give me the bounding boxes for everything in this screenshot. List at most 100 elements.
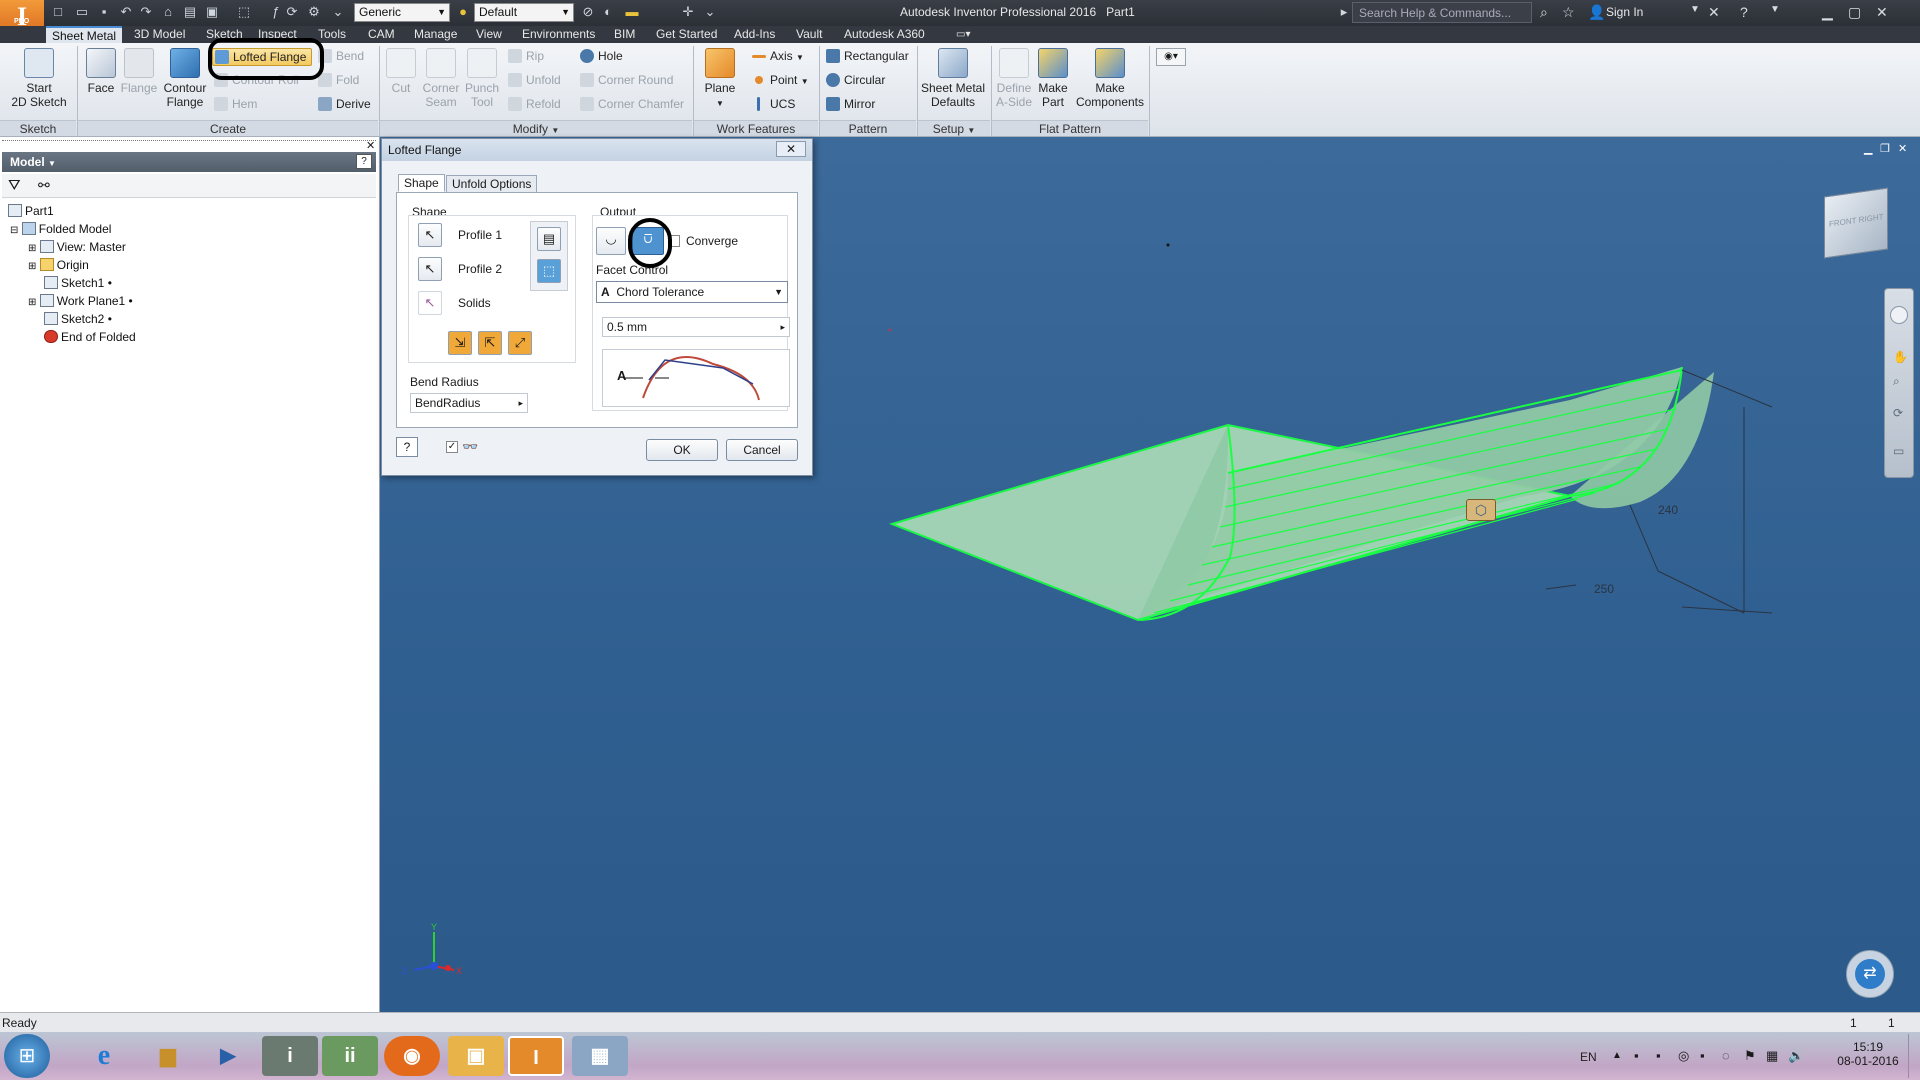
- die-formed-button[interactable]: ◡: [596, 227, 626, 255]
- maximize-icon[interactable]: ▢: [1848, 4, 1861, 21]
- sheet-metal-defaults-button[interactable]: Sheet Metal Defaults: [920, 48, 986, 109]
- ilogic-icon[interactable]: ⟳: [284, 4, 300, 20]
- ribbon-options-icon[interactable]: ▭▾: [950, 26, 976, 43]
- search-drop-icon[interactable]: ▸: [1336, 4, 1352, 20]
- mini-toolbar-icon[interactable]: ⬡: [1466, 499, 1496, 521]
- dialog-help-button[interactable]: ?: [396, 437, 418, 457]
- clear-override-icon[interactable]: ⊘: [580, 4, 596, 20]
- sign-in-link[interactable]: Sign In: [1606, 5, 1643, 19]
- rip-button[interactable]: Rip: [506, 48, 544, 64]
- make-components-button[interactable]: Make Components: [1074, 48, 1146, 109]
- hole-button[interactable]: Hole: [578, 48, 623, 64]
- inventor-taskbar-icon[interactable]: I: [508, 1036, 564, 1076]
- find-icon[interactable]: ⚯: [38, 177, 50, 194]
- settings-icon[interactable]: ⚙: [306, 4, 322, 20]
- chevron-right-icon[interactable]: ▸: [780, 318, 785, 336]
- dimension-250[interactable]: 250: [1594, 582, 1614, 596]
- define-a-side-button[interactable]: Define A-Side: [994, 48, 1034, 109]
- look-at-icon[interactable]: ▭: [1893, 444, 1904, 458]
- dimension-240[interactable]: 240: [1658, 503, 1678, 517]
- material-combo[interactable]: Generic ▼: [354, 3, 450, 22]
- viewcube[interactable]: FRONT RIGHT: [1824, 187, 1888, 259]
- offset-button[interactable]: ⬚: [537, 259, 561, 283]
- app-icon-3[interactable]: ▣: [448, 1036, 504, 1076]
- face-button[interactable]: Face: [84, 48, 118, 95]
- tray-app-icon[interactable]: ▪: [1700, 1048, 1705, 1063]
- fold-button[interactable]: Fold: [316, 72, 359, 88]
- update-icon[interactable]: ▤: [182, 4, 198, 20]
- orbit-icon[interactable]: ⟳: [1893, 406, 1903, 420]
- favorites-icon[interactable]: ☆: [1562, 4, 1575, 21]
- bend-radius-input[interactable]: BendRadius ▸: [410, 393, 528, 413]
- flip-direction-button-2[interactable]: ⇱: [478, 331, 502, 355]
- app-icon-1[interactable]: i: [262, 1036, 318, 1076]
- tab-environments[interactable]: Environments: [516, 26, 601, 43]
- exchange-icon[interactable]: ✕: [1708, 4, 1720, 21]
- tab-manage[interactable]: Manage: [408, 26, 463, 43]
- circular-pattern-button[interactable]: Circular: [824, 72, 885, 88]
- tree-item-sketch1[interactable]: Sketch1 •: [44, 274, 112, 292]
- volume-icon[interactable]: 🔊: [1788, 1048, 1804, 1064]
- minimize-icon[interactable]: ▁: [1822, 4, 1833, 21]
- tree-item-sketch2[interactable]: Sketch2 •: [44, 310, 112, 328]
- hem-button[interactable]: Hem: [212, 96, 257, 112]
- corner-chamfer-button[interactable]: Corner Chamfer: [578, 96, 684, 112]
- refold-button[interactable]: Refold: [506, 96, 561, 112]
- zoom-icon[interactable]: ⌕: [1893, 374, 1900, 389]
- tree-item-folded-model[interactable]: ⊟ Folded Model: [10, 220, 111, 240]
- facet-control-select[interactable]: A Chord Tolerance ▼: [596, 281, 788, 303]
- derive-button[interactable]: Derive: [316, 96, 371, 112]
- origin-icon[interactable]: ✛: [680, 4, 696, 20]
- app-icon-4[interactable]: ▦: [572, 1036, 628, 1076]
- tab-3d-model[interactable]: 3D Model: [128, 26, 191, 43]
- app-icon-2[interactable]: ii: [322, 1036, 378, 1076]
- tab-view[interactable]: View: [470, 26, 508, 43]
- ok-button[interactable]: OK: [646, 439, 718, 461]
- close-icon[interactable]: ✕: [1876, 4, 1888, 21]
- cancel-button[interactable]: Cancel: [726, 439, 798, 461]
- undo-icon[interactable]: ↶: [118, 4, 134, 20]
- tab-shape[interactable]: Shape: [398, 174, 445, 192]
- measure-icon[interactable]: ⬚: [236, 4, 252, 20]
- panel-title-modify[interactable]: Modify ▼: [380, 120, 692, 136]
- make-part-button[interactable]: Make Part: [1036, 48, 1070, 109]
- tray-app-icon[interactable]: ▪: [1634, 1048, 1639, 1063]
- tab-add-ins[interactable]: Add-Ins: [728, 26, 781, 43]
- flange-button[interactable]: Flange: [120, 48, 158, 95]
- dialog-title-bar[interactable]: Lofted Flange: [382, 139, 812, 161]
- tab-autodesk-a360[interactable]: Autodesk A360: [838, 26, 931, 43]
- corner-seam-button[interactable]: Corner Seam: [420, 48, 462, 109]
- ribbon-display-toggle[interactable]: ◉▾: [1156, 48, 1186, 66]
- mirror-button[interactable]: Mirror: [824, 96, 875, 112]
- tree-item-work-plane1[interactable]: ⊞ Work Plane1 •: [28, 292, 133, 312]
- flip-direction-button-1[interactable]: ⇲: [448, 331, 472, 355]
- open-icon[interactable]: ▭: [74, 4, 90, 20]
- color-icon[interactable]: ▬: [624, 4, 640, 20]
- pan-icon[interactable]: ✋: [1893, 350, 1908, 364]
- tray-app-icon[interactable]: ◎: [1678, 1048, 1689, 1064]
- tree-item-end-of-folded[interactable]: End of Folded: [44, 328, 136, 346]
- chevron-down-icon[interactable]: ▼: [1690, 4, 1700, 15]
- media-player-icon[interactable]: ▶: [200, 1036, 256, 1076]
- corner-round-button[interactable]: Corner Round: [578, 72, 673, 88]
- customize-icon[interactable]: ⌄: [702, 4, 718, 20]
- cut-button[interactable]: Cut: [384, 48, 418, 95]
- steering-wheel-icon[interactable]: [1890, 306, 1908, 324]
- profile1-select-button[interactable]: ↖: [418, 223, 442, 247]
- axis-button[interactable]: Axis ▼: [750, 48, 804, 66]
- tolerance-input[interactable]: 0.5 mm ▸: [602, 317, 790, 337]
- save-icon[interactable]: ▪: [96, 4, 112, 20]
- browser-header[interactable]: Model ▼: [2, 152, 376, 172]
- tab-vault[interactable]: Vault: [790, 26, 828, 43]
- start-2d-sketch-button[interactable]: Start 2D Sketch: [8, 48, 70, 109]
- select-icon[interactable]: ▣: [204, 4, 220, 20]
- language-indicator[interactable]: EN: [1580, 1050, 1597, 1064]
- tray-app-icon[interactable]: ◌: [1722, 1048, 1730, 1063]
- internet-explorer-icon[interactable]: e: [76, 1036, 132, 1076]
- help-icon[interactable]: ?: [1740, 4, 1748, 20]
- action-center-flag-icon[interactable]: ⚑: [1744, 1048, 1756, 1064]
- chevron-down-icon[interactable]: ▼: [1770, 4, 1780, 15]
- tree-item-part1[interactable]: Part1: [8, 202, 54, 220]
- tab-cam[interactable]: CAM: [362, 26, 401, 43]
- browser-help-icon[interactable]: ?: [356, 154, 372, 169]
